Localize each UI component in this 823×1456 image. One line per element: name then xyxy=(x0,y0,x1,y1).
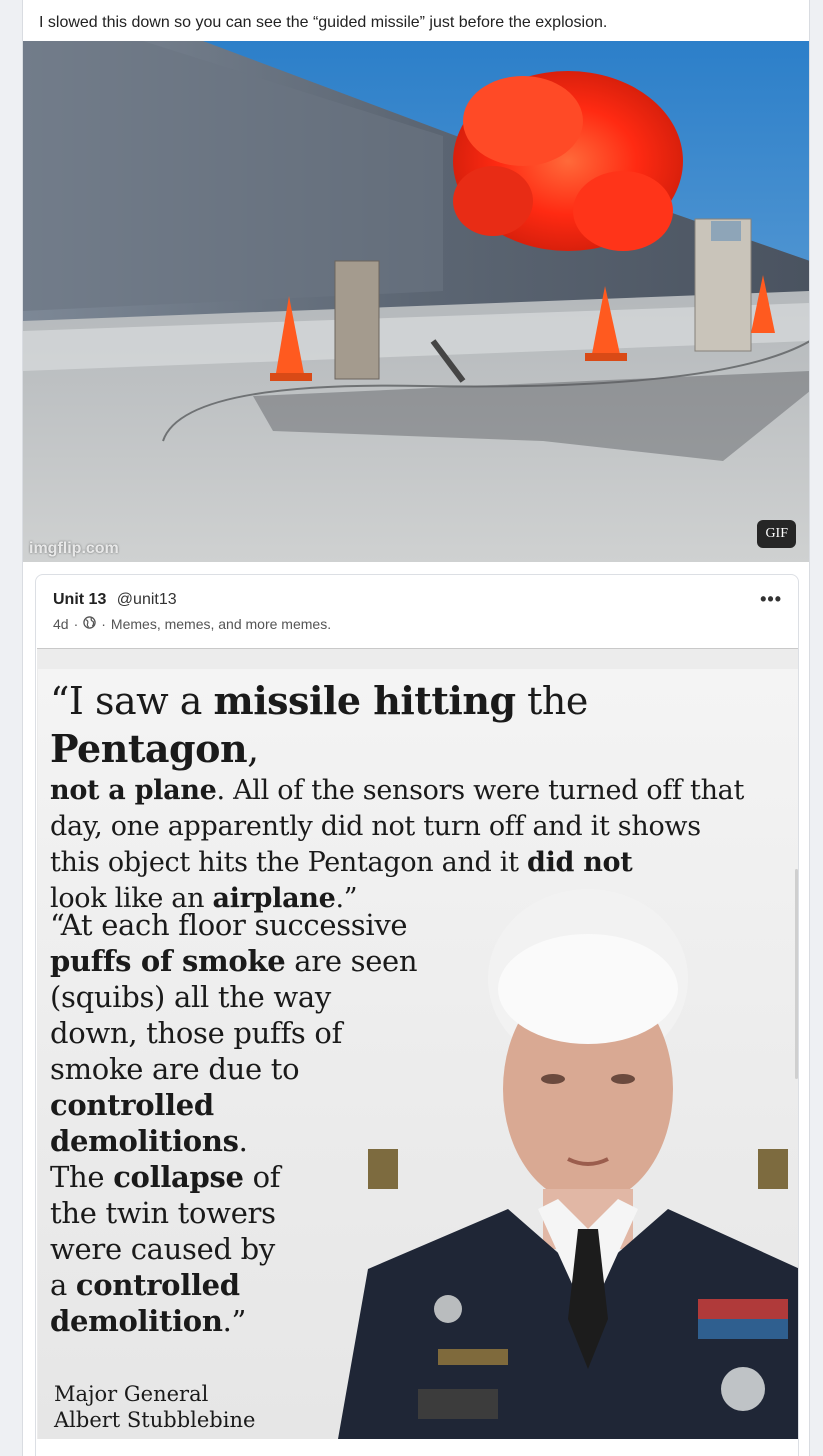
quote-line: a controlled xyxy=(50,1267,430,1303)
quote-run: controlled xyxy=(75,1268,240,1302)
quote-line: demolitions. xyxy=(50,1123,430,1159)
quote-line: down, those puffs of xyxy=(50,1015,430,1051)
quote-line-1: “I saw a missile hitting the Pentagon, xyxy=(50,677,798,773)
attribution-name: Albert Stubblebine xyxy=(54,1408,256,1432)
quote-run: the twin towers xyxy=(50,1196,276,1230)
quote-line: The collapse of xyxy=(50,1159,430,1195)
quote-run: missile hitting xyxy=(213,678,517,723)
quote-line: (squibs) all the way xyxy=(50,979,430,1015)
quote-line: were caused by xyxy=(50,1231,430,1267)
quote-run: a xyxy=(50,1268,76,1302)
quote-run: the xyxy=(515,679,588,723)
quote-run: “I saw a xyxy=(50,679,214,723)
quote-run: not a plane xyxy=(50,775,217,806)
author-row: Unit 13 @unit13 xyxy=(53,591,177,609)
quote-run: day, one apparently did not turn off and… xyxy=(50,811,701,842)
meta-separator: · xyxy=(73,616,79,632)
quote-line: the twin towers xyxy=(50,1195,430,1231)
shared-post-card[interactable]: Unit 13 @unit13 4d · · Memes, memes, and… xyxy=(35,574,799,1456)
author-name[interactable]: Unit 13 xyxy=(53,591,106,608)
imgflip-watermark: imgflip.com xyxy=(29,540,119,557)
quote-run: . xyxy=(238,1124,248,1158)
quote-run: were caused by xyxy=(50,1232,276,1266)
quote-run: The xyxy=(50,1160,114,1194)
quote-run: , xyxy=(247,727,259,771)
author-handle[interactable]: @unit13 xyxy=(117,591,177,608)
feed-column: I slowed this down so you can see the “g… xyxy=(22,0,810,1456)
post-meta: 4d · · Memes, memes, and more memes. xyxy=(53,616,331,632)
gif-badge[interactable]: GIF xyxy=(757,520,796,548)
post-age[interactable]: 4d xyxy=(53,616,69,632)
attribution: Major General Albert Stubblebine xyxy=(54,1381,255,1433)
quote-run: smoke are due to xyxy=(50,1052,300,1086)
quote-run: demolitions xyxy=(50,1124,239,1158)
quote-run: down, those puffs of xyxy=(50,1016,343,1050)
quote-line-3: day, one apparently did not turn off and… xyxy=(50,809,798,845)
quote-line-4: this object hits the Pentagon and it did… xyxy=(50,845,798,881)
post-caption: I slowed this down so you can see the “g… xyxy=(39,14,608,31)
meme-edge-rail xyxy=(795,869,798,1079)
meta-separator: · xyxy=(101,616,106,632)
quote-run: collapse xyxy=(113,1160,244,1194)
quote-line: puffs of smoke are seen xyxy=(50,943,430,979)
quote-missile: “I saw a missile hitting the Pentagon, n… xyxy=(50,677,798,917)
globe-icon xyxy=(83,616,96,632)
quote-run: (squibs) all the way xyxy=(50,980,331,1014)
quote-run: “At each floor successive xyxy=(50,908,408,942)
quote-run: .” xyxy=(222,1304,247,1338)
quote-run: demolition xyxy=(50,1304,223,1338)
quote-demolition: “At each floor successive puffs of smoke … xyxy=(50,907,430,1339)
more-options-button[interactable]: ••• xyxy=(760,589,782,610)
quote-line-2: not a plane. All of the sensors were tur… xyxy=(50,773,798,809)
quote-run: Pentagon xyxy=(50,726,248,771)
quote-run: this object hits the Pentagon and it xyxy=(50,847,527,878)
attribution-title: Major General xyxy=(54,1382,209,1406)
quote-run: . All of the sensors were turned off tha… xyxy=(216,775,745,806)
gif-media[interactable]: imgflip.com GIF xyxy=(23,41,809,562)
quote-line: smoke are due to xyxy=(50,1051,430,1087)
pentagon-explosion-gif-frame xyxy=(23,41,809,562)
quote-line: “At each floor successive xyxy=(50,907,430,943)
quote-run: puffs of smoke xyxy=(50,944,286,978)
author-description: Memes, memes, and more memes. xyxy=(110,616,332,632)
quote-run: are seen xyxy=(285,944,418,978)
quote-run: controlled xyxy=(50,1088,214,1122)
meme-canvas: “I saw a missile hitting the Pentagon, n… xyxy=(38,669,798,1439)
quote-line: demolition.” xyxy=(50,1303,430,1339)
quote-run: did not xyxy=(526,847,633,878)
quote-line: controlled xyxy=(50,1087,430,1123)
meme-image[interactable]: “I saw a missile hitting the Pentagon, n… xyxy=(37,648,798,1439)
quote-run: of xyxy=(243,1160,281,1194)
